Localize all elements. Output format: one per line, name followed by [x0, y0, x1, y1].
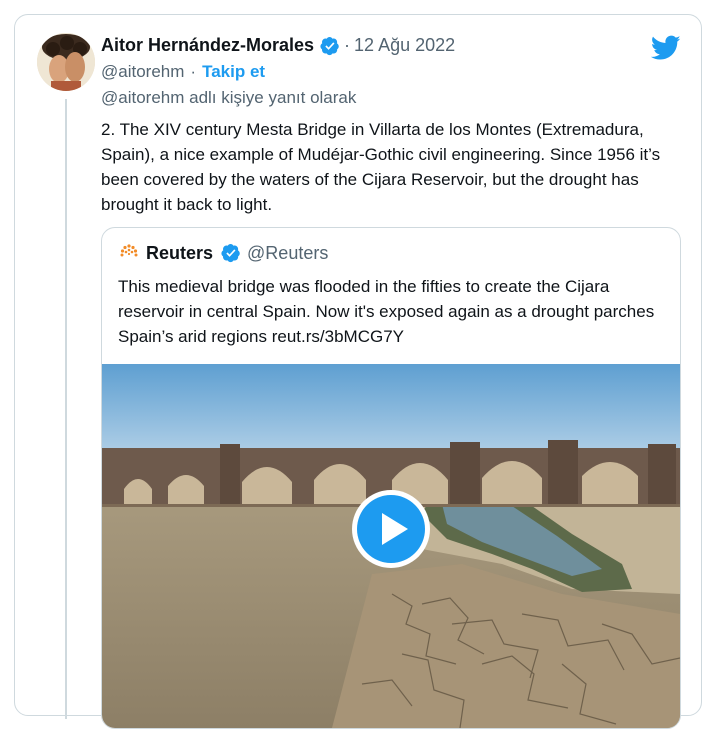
tweet-date[interactable]: 12 Ağu 2022 [354, 35, 455, 56]
author-name[interactable]: Aitor Hernández-Morales [101, 35, 314, 56]
tweet-text: 2. The XIV century Mesta Bridge in Villa… [101, 120, 661, 214]
verified-badge-icon [221, 244, 240, 263]
video-thumbnail[interactable] [102, 364, 680, 728]
quoted-author-handle[interactable]: @Reuters [247, 243, 328, 264]
author-row: Aitor Hernández-Morales · 12 Ağu 2022 [101, 35, 455, 56]
reply-to-label: @aitorehm adlı kişiye yanıt olarak [101, 88, 357, 107]
author-handle[interactable]: @aitorehm [101, 62, 184, 82]
twitter-bird-icon[interactable] [651, 35, 681, 61]
avatar[interactable] [37, 33, 95, 91]
reuters-logo-icon [120, 244, 138, 257]
handle-separator: · [190, 62, 197, 81]
tweet-card[interactable]: Aitor Hernández-Morales · 12 Ağu 2022 @a… [14, 14, 702, 729]
quoted-tweet[interactable]: Reuters @Reuters This medieval bridge wa… [101, 227, 681, 729]
play-icon[interactable] [350, 488, 432, 570]
handle-row: @aitorehm · Takip et [101, 62, 265, 82]
thread-line [65, 99, 67, 719]
verified-badge-icon [320, 36, 339, 55]
follow-button[interactable]: Takip et [202, 62, 265, 82]
quoted-header: Reuters @Reuters [118, 242, 328, 264]
quoted-author-name[interactable]: Reuters [146, 243, 213, 264]
quoted-text: This medieval bridge was flooded in the … [118, 277, 655, 346]
date-separator: · [344, 35, 351, 55]
